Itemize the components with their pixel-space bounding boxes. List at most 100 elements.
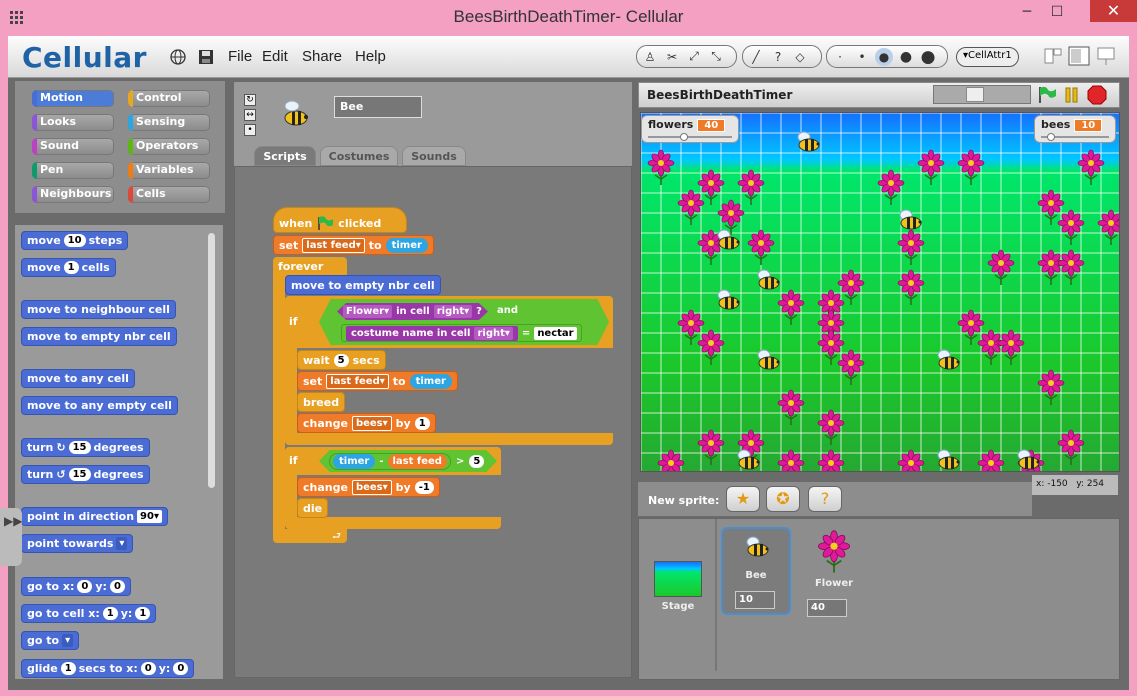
block-move-empty-nbr-cell[interactable]: move to empty nbr cell — [285, 275, 441, 295]
sprite-thumb-bee[interactable]: Bee 10 — [721, 527, 791, 615]
rotate-all-icon[interactable]: ↻ — [244, 94, 256, 106]
shrink-icon[interactable]: ⤡ — [707, 48, 725, 66]
block-input[interactable]: 0 — [173, 662, 189, 675]
category-motion[interactable]: Motion — [32, 90, 114, 107]
block-move-cells[interactable]: move 1 cells — [21, 258, 116, 277]
choose-sprite-file-button[interactable]: ✪ — [766, 486, 800, 512]
block-move-empty-nbr[interactable]: move to empty nbr cell — [21, 327, 177, 346]
block-goto[interactable]: go to ▾ — [21, 631, 80, 650]
layout-normal-icon[interactable] — [1068, 46, 1090, 66]
brush-icon[interactable]: ╱ — [747, 48, 765, 66]
menu-edit[interactable]: Edit — [262, 48, 288, 65]
minimize-button[interactable]: ─ — [1012, 0, 1042, 26]
block-point-direction[interactable]: point in direction 90▾ — [21, 507, 168, 526]
sprite-thumb-flower[interactable]: Flower 40 — [799, 527, 869, 617]
monitor-slider[interactable] — [1041, 133, 1109, 141]
sprite-in-cell-sensor[interactable]: Flower▾ in cell right▾ ? — [337, 303, 488, 320]
block-glide[interactable]: glide 1 secs to x: 0 y: 0 — [21, 659, 195, 678]
timer-reporter[interactable]: timer — [409, 373, 452, 389]
direction-dropdown[interactable]: right▾ — [433, 305, 473, 318]
block-input[interactable]: 5 — [469, 454, 485, 468]
maximize-button[interactable]: ☐ — [1042, 0, 1072, 26]
tab-scripts[interactable]: Scripts — [254, 146, 316, 166]
monitor-slider-knob[interactable] — [680, 133, 688, 141]
block-die[interactable]: die — [297, 498, 329, 518]
left-right-icon[interactable]: ↔ — [244, 109, 256, 121]
block-input[interactable]: 1 — [102, 607, 118, 620]
stop-icon[interactable] — [1087, 85, 1107, 105]
block-change-bees[interactable]: change bees▾ by 1 — [297, 413, 436, 433]
block-point-towards[interactable]: point towards ▾ — [21, 534, 134, 553]
tab-sounds[interactable]: Sounds — [402, 146, 466, 166]
variable-dropdown[interactable]: last feed▾ — [326, 373, 389, 389]
size-3-icon[interactable]: ● — [875, 47, 893, 66]
no-rotate-icon[interactable]: • — [244, 124, 256, 136]
grow-icon[interactable]: ⤢ — [685, 48, 703, 66]
block-input[interactable]: 15 — [68, 468, 91, 481]
block-input[interactable]: 1 — [63, 261, 79, 274]
eraser-icon[interactable]: ◇ — [791, 48, 809, 66]
costume-name-reporter[interactable]: costume name in cell right▾ — [346, 325, 518, 341]
monitor-slider-knob[interactable] — [1047, 133, 1055, 141]
monitor-slider[interactable] — [648, 133, 732, 141]
block-move-neighbour[interactable]: move to neighbour cell — [21, 300, 176, 319]
variable-dropdown[interactable]: bees▾ — [351, 479, 392, 495]
timer-reporter[interactable]: timer — [385, 237, 428, 253]
speed-slider[interactable] — [933, 85, 1031, 104]
block-dropdown[interactable]: ▾ — [62, 634, 74, 647]
presentation-icon[interactable] — [1096, 46, 1116, 66]
block-dropdown[interactable]: ▾ — [116, 537, 128, 550]
category-neighbours[interactable]: Neighbours — [32, 186, 114, 203]
globe-icon[interactable] — [170, 49, 186, 65]
block-move-any-empty[interactable]: move to any empty cell — [21, 396, 178, 415]
block-breed[interactable]: breed — [297, 392, 346, 412]
size-1-icon[interactable]: · — [831, 48, 849, 66]
size-4-icon[interactable]: ● — [897, 48, 915, 66]
category-cells[interactable]: Cells — [128, 186, 210, 203]
block-when-flag-clicked[interactable]: when clicked — [273, 207, 407, 233]
monitor-flowers[interactable]: flowers 40 — [641, 115, 739, 143]
sprite-name-field[interactable]: Bee — [334, 96, 422, 118]
help-icon[interactable]: ? — [769, 48, 787, 66]
size-5-icon[interactable]: ● — [919, 47, 937, 67]
block-input[interactable]: 1 — [135, 607, 151, 620]
pause-icon[interactable] — [1063, 86, 1081, 104]
block-input[interactable]: 1 — [414, 416, 430, 430]
cell-attr-dropdown[interactable]: ▾CellAttr1 — [956, 47, 1019, 67]
stamp-icon[interactable]: ♙ — [641, 48, 659, 66]
category-control[interactable]: Control — [128, 90, 210, 107]
equals-operator[interactable]: costume name in cell right▾ = nectar — [341, 324, 582, 342]
block-if-1[interactable]: if Flower▾ in cell right▾ ? and costume … — [285, 296, 613, 348]
minus-operator[interactable]: timer - last feed — [329, 452, 451, 470]
category-operators[interactable]: Operators — [128, 138, 210, 155]
last-feed-reporter[interactable]: last feed — [387, 453, 447, 469]
direction-dropdown[interactable]: right▾ — [474, 326, 513, 340]
tab-costumes[interactable]: Costumes — [320, 146, 398, 166]
category-looks[interactable]: Looks — [32, 114, 114, 131]
block-goto-cell[interactable]: go to cell x: 1 y: 1 — [21, 604, 157, 623]
menu-share[interactable]: Share — [302, 48, 342, 65]
greater-than-operator[interactable]: timer - last feed > 5 — [319, 450, 497, 472]
palette-scrollbar[interactable] — [208, 233, 215, 488]
block-input[interactable]: 1 — [60, 662, 76, 675]
layout-small-icon[interactable] — [1044, 48, 1062, 64]
random-sprite-button[interactable]: ? — [808, 486, 842, 512]
variable-dropdown[interactable]: bees▾ — [351, 415, 392, 431]
paint-new-sprite-button[interactable]: ★ — [726, 486, 760, 512]
block-input[interactable]: 15 — [68, 441, 91, 454]
block-move-steps[interactable]: move 10 steps — [21, 231, 129, 250]
value-input[interactable]: nectar — [534, 326, 577, 340]
block-forever[interactable]: forever — [273, 257, 347, 277]
block-turn-ccw[interactable]: turn ↺ 15 degrees — [21, 465, 150, 484]
block-move-any[interactable]: move to any cell — [21, 369, 135, 388]
monitor-bees[interactable]: bees 10 — [1034, 115, 1116, 143]
block-set-last-feed-2[interactable]: set last feed▾ to timer — [297, 371, 458, 391]
block-turn-cw[interactable]: turn ↻ 15 degrees — [21, 438, 150, 457]
block-change-bees-2[interactable]: change bees▾ by -1 — [297, 477, 440, 497]
block-dropdown[interactable]: 90▾ — [137, 510, 162, 523]
block-if-2[interactable]: if timer - last feed > 5 — [285, 447, 501, 475]
block-input[interactable]: 5 — [333, 353, 349, 367]
block-set-last-feed[interactable]: set last feed▾ to timer — [273, 235, 434, 255]
side-collapse-handle[interactable]: ▶▶ — [0, 508, 22, 566]
block-input[interactable]: 0 — [77, 580, 93, 593]
